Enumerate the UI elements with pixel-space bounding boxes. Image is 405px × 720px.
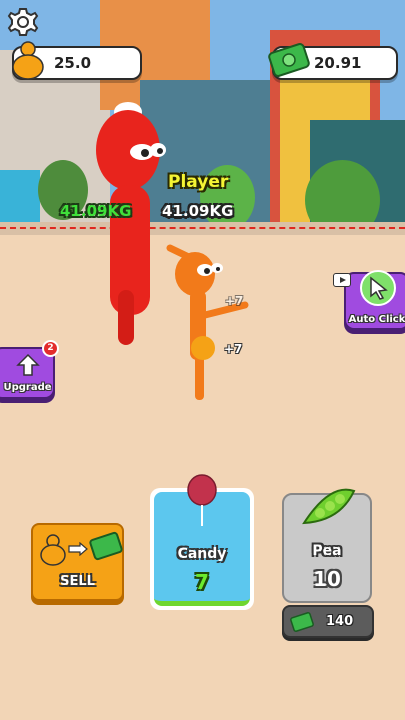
cursor-click-icon xyxy=(360,270,396,306)
candy-card-value: 7 xyxy=(195,570,209,594)
player-character xyxy=(166,244,249,400)
arrow-right-icon xyxy=(68,542,88,556)
gain-popup: +7 xyxy=(224,342,243,356)
candy-card-title: Candy xyxy=(177,546,227,562)
fat-man-icon xyxy=(12,41,44,80)
weight-value: 25.0 xyxy=(54,54,92,72)
pea-card-value: 10 xyxy=(313,567,341,591)
fat-man-icon xyxy=(40,534,66,566)
video-ad-icon xyxy=(333,273,351,287)
food-card-candy[interactable]: Candy 7 xyxy=(150,474,254,610)
cash-icon xyxy=(89,531,123,561)
pea-buy-button[interactable]: 140 xyxy=(282,605,374,638)
player-name-label: Player xyxy=(168,172,229,192)
upgrade-label: Upgrade xyxy=(3,382,52,393)
building-left-blue xyxy=(0,170,40,230)
candy-balloon-icon xyxy=(187,474,217,526)
pea-card-title: Pea xyxy=(312,543,342,559)
auto-click-label: Auto Click xyxy=(348,314,405,325)
player-weight-label: 41.09KG xyxy=(162,202,234,220)
settings-gear-icon[interactable] xyxy=(7,6,39,38)
gain-popup: +7 xyxy=(225,294,244,308)
food-card-pea[interactable]: Pea 10 xyxy=(282,488,372,603)
auto-click-button[interactable]: Auto Click xyxy=(344,270,405,330)
pea-pod-icon xyxy=(302,488,356,525)
rival-weight-label: 41.09KG xyxy=(60,202,132,220)
cash-icon xyxy=(268,43,310,77)
cash-icon xyxy=(290,612,314,632)
sell-label: SELL xyxy=(60,574,95,589)
sell-button[interactable]: SELL xyxy=(31,523,124,601)
upgrade-badge-count: 2 xyxy=(47,343,54,353)
cash-value: 20.91 xyxy=(314,54,362,72)
upgrade-arrow-icon xyxy=(16,353,40,376)
finish-line xyxy=(0,227,405,229)
upgrade-badge: 2 xyxy=(42,340,59,357)
candy-card-face: Candy 7 xyxy=(154,474,250,606)
pea-price: 140 xyxy=(326,614,354,629)
